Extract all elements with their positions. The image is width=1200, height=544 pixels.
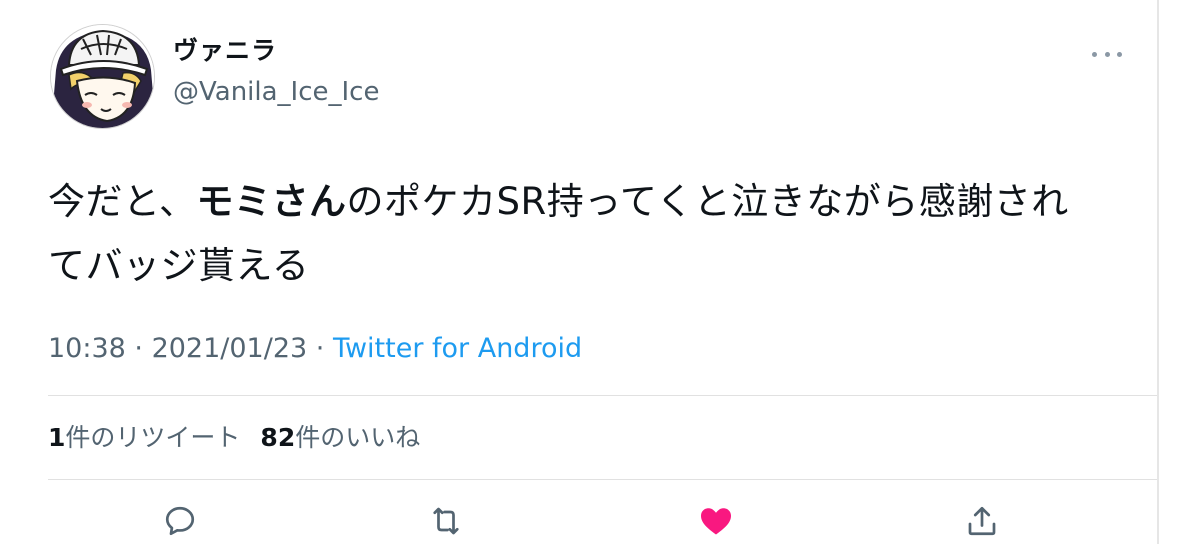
tweet-text-bold: モミさん	[196, 180, 347, 223]
display-name[interactable]: ヴァニラ	[173, 36, 277, 66]
retweet-count: 1	[48, 423, 66, 452]
right-border	[1157, 0, 1159, 544]
retweet-label: 件のリツイート	[65, 423, 241, 452]
like-count: 82	[260, 423, 296, 452]
divider	[48, 479, 1157, 480]
tweet-text: 今だと、モミさんのポケカSR持ってくと泣きながら感謝され てバッジ貰える	[48, 170, 1148, 298]
tweet-detail: ヴァニラ @Vanila_Ice_Ice 今だと、モミさんのポケカSR持ってくと…	[0, 0, 1200, 544]
tweet-source-link[interactable]: Twitter for Android	[333, 333, 582, 364]
tweet-text-part: のポケカSR持ってくと泣きながら感謝され	[346, 180, 1069, 223]
tweet-date[interactable]: 2021/01/23	[152, 333, 308, 364]
meta-separator: ·	[125, 333, 152, 364]
more-icon[interactable]	[1092, 44, 1122, 64]
tweet-stats: 1件のリツイート 82件のいいね	[48, 422, 420, 454]
avatar[interactable]	[50, 24, 155, 129]
meta-separator: ·	[307, 333, 333, 364]
heart-icon[interactable]	[697, 503, 733, 539]
share-icon[interactable]	[964, 503, 1000, 539]
tweet-text-line2: てバッジ貰える	[48, 244, 310, 287]
tweet-time[interactable]: 10:38	[48, 333, 126, 364]
tweet-meta: 10:38 · 2021/01/23 · Twitter for Android	[48, 331, 582, 367]
like-stat[interactable]: 82件のいいね	[260, 423, 420, 452]
retweet-icon[interactable]	[428, 503, 464, 539]
divider	[48, 395, 1157, 396]
like-label: 件のいいね	[295, 423, 421, 452]
tweet-text-part: 今だと、	[48, 180, 197, 223]
retweet-stat[interactable]: 1件のリツイート	[48, 423, 240, 452]
user-handle[interactable]: @Vanila_Ice_Ice	[173, 76, 379, 108]
reply-icon[interactable]	[162, 503, 198, 539]
